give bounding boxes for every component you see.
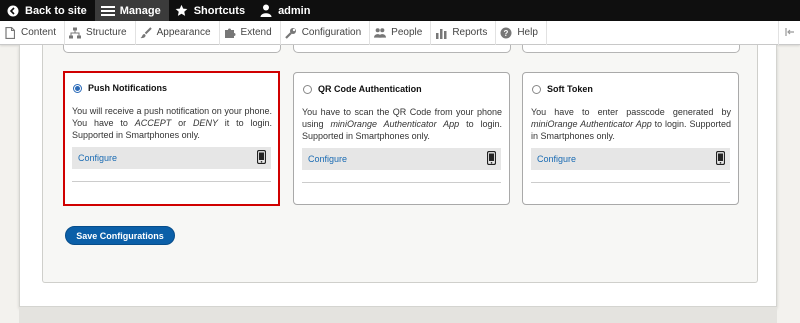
partial-method-card [63,45,281,53]
chart-icon [435,27,447,39]
configure-link[interactable]: Configure [78,153,117,163]
wrench-icon [284,27,297,39]
method-description: You will receive a push notification on … [72,105,272,141]
partial-method-card [522,45,740,53]
tray-item-structure[interactable]: Structure [65,20,136,45]
smartphone-icon [256,149,267,167]
tray-item-label: Configuration [301,27,362,38]
tray-item-configuration[interactable]: Configuration [281,20,371,45]
save-configurations-button[interactable]: Save Configurations [65,226,175,245]
manage-tab[interactable]: Manage [94,0,169,21]
collapse-arrow-icon [784,26,795,40]
page-icon [4,26,16,39]
description-emphasis: ACCEPT [134,118,172,128]
card-divider [302,182,501,183]
hamburger-menu-icon [100,4,115,18]
star-icon [175,4,189,18]
method-title: QR Code Authentication [318,84,422,94]
description-emphasis: miniOrange Authenticator App [531,119,652,129]
configure-bar: Configure [302,148,501,170]
method-description: You have to enter passcode generated by … [531,106,731,142]
user-label: admin [278,4,311,17]
tray-item-reports[interactable]: Reports [431,20,497,45]
method-title: Soft Token [547,84,593,94]
user-tab[interactable]: admin [253,0,318,21]
description-emphasis: DENY [192,118,218,128]
tray-item-label: Structure [86,27,127,38]
method-radio-qr-code[interactable] [303,84,312,94]
tray-item-label: People [391,27,423,38]
tray-item-content[interactable]: Content [0,20,66,45]
configure-link[interactable]: Configure [537,154,576,164]
tray-item-appearance[interactable]: Appearance [136,20,220,45]
people-icon [374,27,387,39]
manage-label: Manage [119,4,161,17]
method-card-qr-code[interactable]: QR Code Authentication You have to scan … [293,72,510,205]
tray-item-help[interactable]: ? Help [496,20,547,45]
shortcuts-label: Shortcuts [193,4,246,17]
configure-link[interactable]: Configure [308,154,347,164]
tray-item-label: Appearance [156,27,211,38]
description-text: You have to enter passcode generated by [531,107,731,117]
method-title: Push Notifications [88,83,168,93]
configure-bar: Configure [72,147,271,169]
method-card-header: Push Notifications [73,83,167,93]
help-icon: ? [500,27,512,39]
user-icon [259,4,273,18]
configure-bar: Configure [531,148,730,170]
back-to-site-label: Back to site [25,4,87,17]
page-footer-strip [19,307,777,323]
smartphone-icon [715,150,726,168]
method-card-header: QR Code Authentication [303,84,422,94]
tray-item-label: Content [21,27,57,38]
admin-toolbar: Back to site Manage Shortcuts admin [0,0,800,21]
back-to-site-link[interactable]: Back to site [0,0,95,21]
description-text: or [171,118,193,128]
method-card-header: Soft Token [532,84,593,94]
smartphone-icon [486,150,497,168]
card-divider [72,181,271,182]
method-description: You have to scan the QR Code from your p… [302,106,502,142]
tray-item-label: Help [517,27,538,38]
tray-item-label: Extend [240,27,272,38]
partial-method-card [293,45,511,53]
tray-item-extend[interactable]: Extend [220,20,281,45]
back-arrow-icon [6,4,20,18]
puzzle-icon [224,27,236,39]
tray-orientation-toggle[interactable] [778,21,800,45]
method-card-push-notifications[interactable]: Push Notifications You will receive a pu… [63,71,280,206]
shortcuts-tab[interactable]: Shortcuts [169,0,253,21]
method-radio-soft-token[interactable] [532,84,541,94]
paintbrush-icon [140,26,152,39]
description-emphasis: miniOrange Authenticator App [330,119,460,129]
svg-text:?: ? [504,29,509,38]
tray-item-people[interactable]: People [370,20,432,45]
tray-item-label: Reports [452,27,488,38]
card-divider [531,182,730,183]
method-radio-push-notifications[interactable] [73,83,82,93]
structure-icon [69,27,82,39]
method-card-soft-token[interactable]: Soft Token You have to enter passcode ge… [522,72,739,205]
admin-menu-tray: Content Structure Appearance Extend Conf… [0,20,800,45]
